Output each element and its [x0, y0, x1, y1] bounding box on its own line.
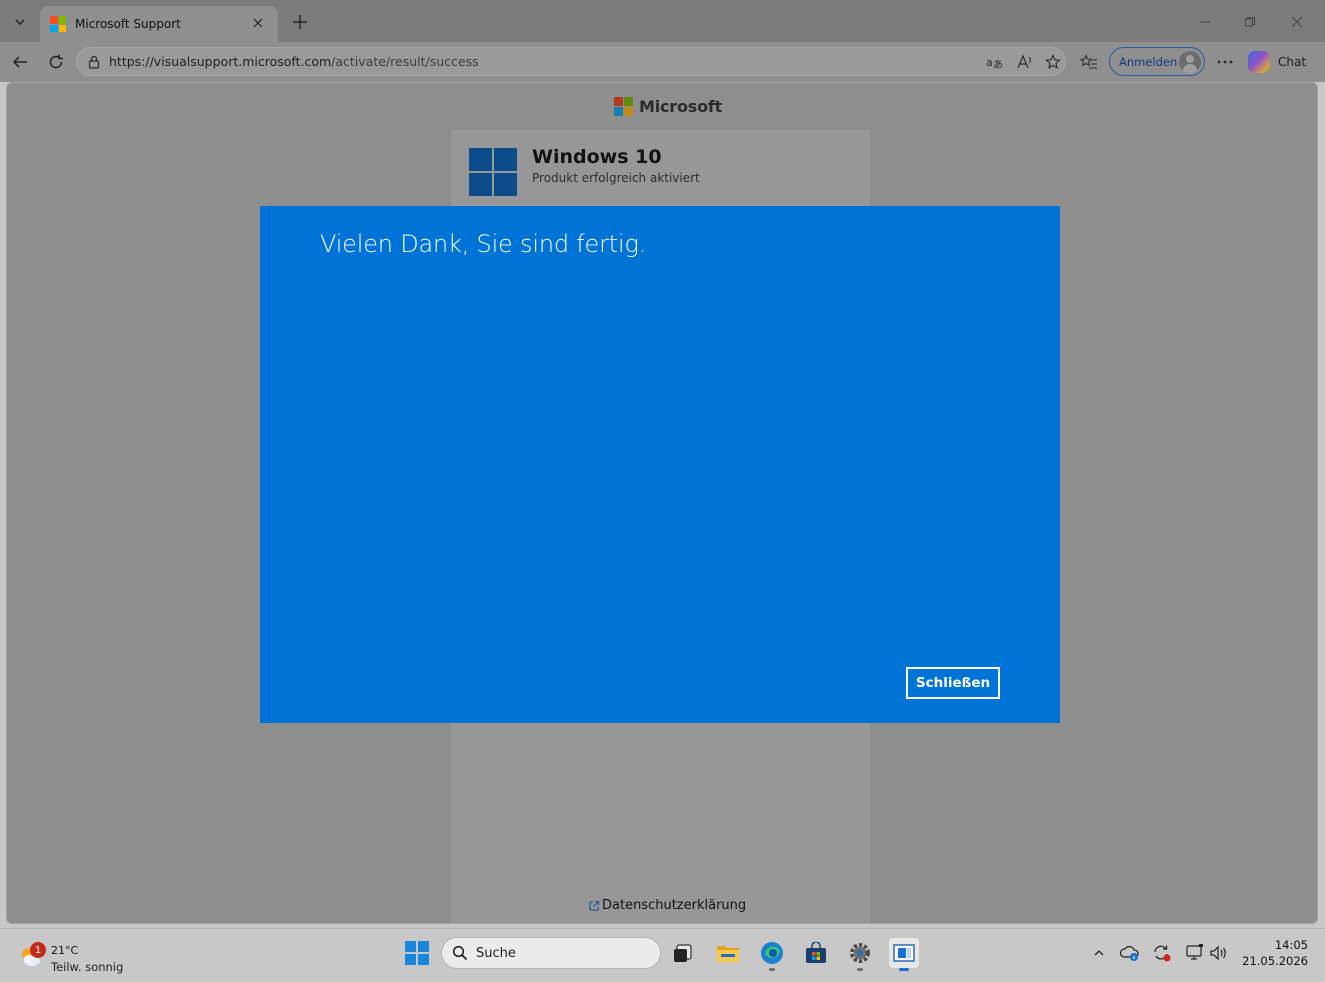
read-aloud-icon: [1017, 54, 1031, 69]
completion-dialog: Vielen Dank, Sie sind fertig. Schließen: [260, 206, 1060, 723]
chevron-up-icon: [1094, 950, 1104, 956]
tab-title: Microsoft Support: [75, 17, 181, 31]
microsoft-brand: Microsoft: [614, 97, 722, 116]
more-options-button[interactable]: [1214, 51, 1236, 73]
favorites-button[interactable]: [1078, 51, 1100, 73]
onedrive-tray-button[interactable]: [1120, 943, 1140, 963]
active-app-button[interactable]: [889, 938, 919, 971]
lock-icon: [88, 55, 100, 69]
translate-button[interactable]: aあ: [985, 52, 1005, 72]
clock[interactable]: 14:05 21.05.2026: [1236, 937, 1308, 969]
favorites-list-icon: [1080, 54, 1097, 69]
store-icon: [806, 942, 826, 963]
search-placeholder: Suche: [476, 945, 516, 961]
tab-actions-menu[interactable]: [6, 8, 34, 36]
active-indicator: [899, 968, 909, 971]
back-button[interactable]: [8, 50, 32, 74]
avatar: [1179, 50, 1201, 73]
brand-name: Microsoft: [639, 97, 723, 116]
taskbar: 1 21°C Teilw. sonnig Suche 14:05 21.05.2…: [0, 928, 1325, 982]
signin-label: Anmelden: [1119, 54, 1178, 69]
network-tray-button[interactable]: [1184, 943, 1204, 963]
url-host: https://visualsupport.microsoft.com: [109, 54, 332, 69]
privacy-link[interactable]: Datenschutzerklärung: [588, 898, 746, 913]
speaker-icon: [1210, 945, 1226, 961]
read-aloud-button[interactable]: [1015, 52, 1035, 72]
running-indicator: [769, 968, 775, 971]
sync-tray-button[interactable]: [1152, 943, 1172, 963]
clock-date: 21.05.2026: [1242, 954, 1308, 968]
search-icon: [452, 945, 468, 961]
show-hidden-icons-button[interactable]: [1089, 943, 1109, 963]
privacy-label: Datenschutzerklärung: [602, 898, 747, 913]
notification-badge: 1: [30, 942, 46, 958]
store-button[interactable]: [801, 938, 831, 968]
url-path: /activate/result/success: [331, 54, 479, 69]
microsoft-logo-icon: [614, 97, 633, 116]
sync-error-icon: [1154, 945, 1171, 962]
edge-icon: [761, 942, 783, 964]
refresh-icon: [49, 54, 63, 69]
copilot-icon: [1248, 51, 1270, 73]
app-window-icon: [893, 944, 915, 962]
taskbar-search[interactable]: Suche: [441, 937, 661, 969]
signin-button[interactable]: Anmelden: [1109, 47, 1205, 76]
gear-icon: [850, 943, 870, 963]
plus-icon: [293, 15, 307, 29]
star-icon: [1045, 54, 1061, 69]
settings-button[interactable]: [845, 938, 875, 971]
copilot-chat-button[interactable]: Chat: [1248, 51, 1306, 73]
task-view-icon: [674, 944, 692, 962]
edge-browser-button[interactable]: [757, 938, 787, 971]
weather-condition: Teilw. sonnig: [51, 960, 124, 974]
cloud-info-icon: [1120, 946, 1139, 961]
close-icon: [253, 18, 263, 28]
svg-text:a: a: [986, 56, 993, 69]
windows-logo-icon: [405, 941, 416, 952]
arrow-left-icon: [12, 56, 27, 68]
refresh-button[interactable]: [44, 50, 68, 74]
restore-icon: [1245, 17, 1255, 27]
weather-temperature: 21°C: [51, 944, 79, 957]
minimize-icon: [1200, 21, 1210, 23]
windows-logo-icon: [469, 148, 517, 196]
title-bar: Microsoft Support: [0, 0, 1325, 42]
start-button[interactable]: [405, 941, 429, 965]
browser-toolbar: https://visualsupport.microsoft.com/acti…: [0, 42, 1325, 82]
folder-icon: [717, 946, 739, 962]
translate-icon: aあ: [986, 56, 1003, 70]
favorite-button[interactable]: [1043, 52, 1063, 72]
network-icon: [1186, 944, 1203, 960]
dialog-title: Vielen Dank, Sie sind fertig.: [320, 230, 647, 258]
file-explorer-button[interactable]: [713, 938, 743, 968]
restore-button[interactable]: [1238, 10, 1262, 34]
product-status: Produkt erfolgreich aktiviert: [532, 171, 700, 185]
close-icon: [1291, 16, 1303, 28]
chat-label: Chat: [1278, 55, 1307, 69]
svg-text:あ: あ: [993, 59, 1003, 70]
url-text: https://visualsupport.microsoft.com/acti…: [109, 54, 479, 69]
browser-tab[interactable]: Microsoft Support: [40, 6, 278, 42]
close-window-button[interactable]: [1285, 10, 1309, 34]
task-view-button[interactable]: [668, 938, 698, 968]
address-bar[interactable]: https://visualsupport.microsoft.com/acti…: [76, 47, 1066, 76]
external-link-icon: [589, 900, 600, 911]
minimize-button[interactable]: [1193, 10, 1217, 34]
microsoft-logo-icon: [50, 16, 66, 32]
volume-tray-button[interactable]: [1209, 943, 1229, 963]
weather-widget[interactable]: 1 21°C Teilw. sonnig: [16, 936, 136, 976]
clock-time: 14:05: [1274, 938, 1308, 952]
close-tab-button[interactable]: [248, 16, 268, 32]
more-horizontal-icon: [1217, 60, 1233, 64]
close-dialog-button[interactable]: Schließen: [906, 667, 1000, 699]
product-title: Windows 10: [532, 146, 662, 168]
new-tab-button[interactable]: [288, 10, 312, 34]
chevron-down-icon: [15, 19, 25, 26]
running-indicator: [857, 968, 863, 971]
